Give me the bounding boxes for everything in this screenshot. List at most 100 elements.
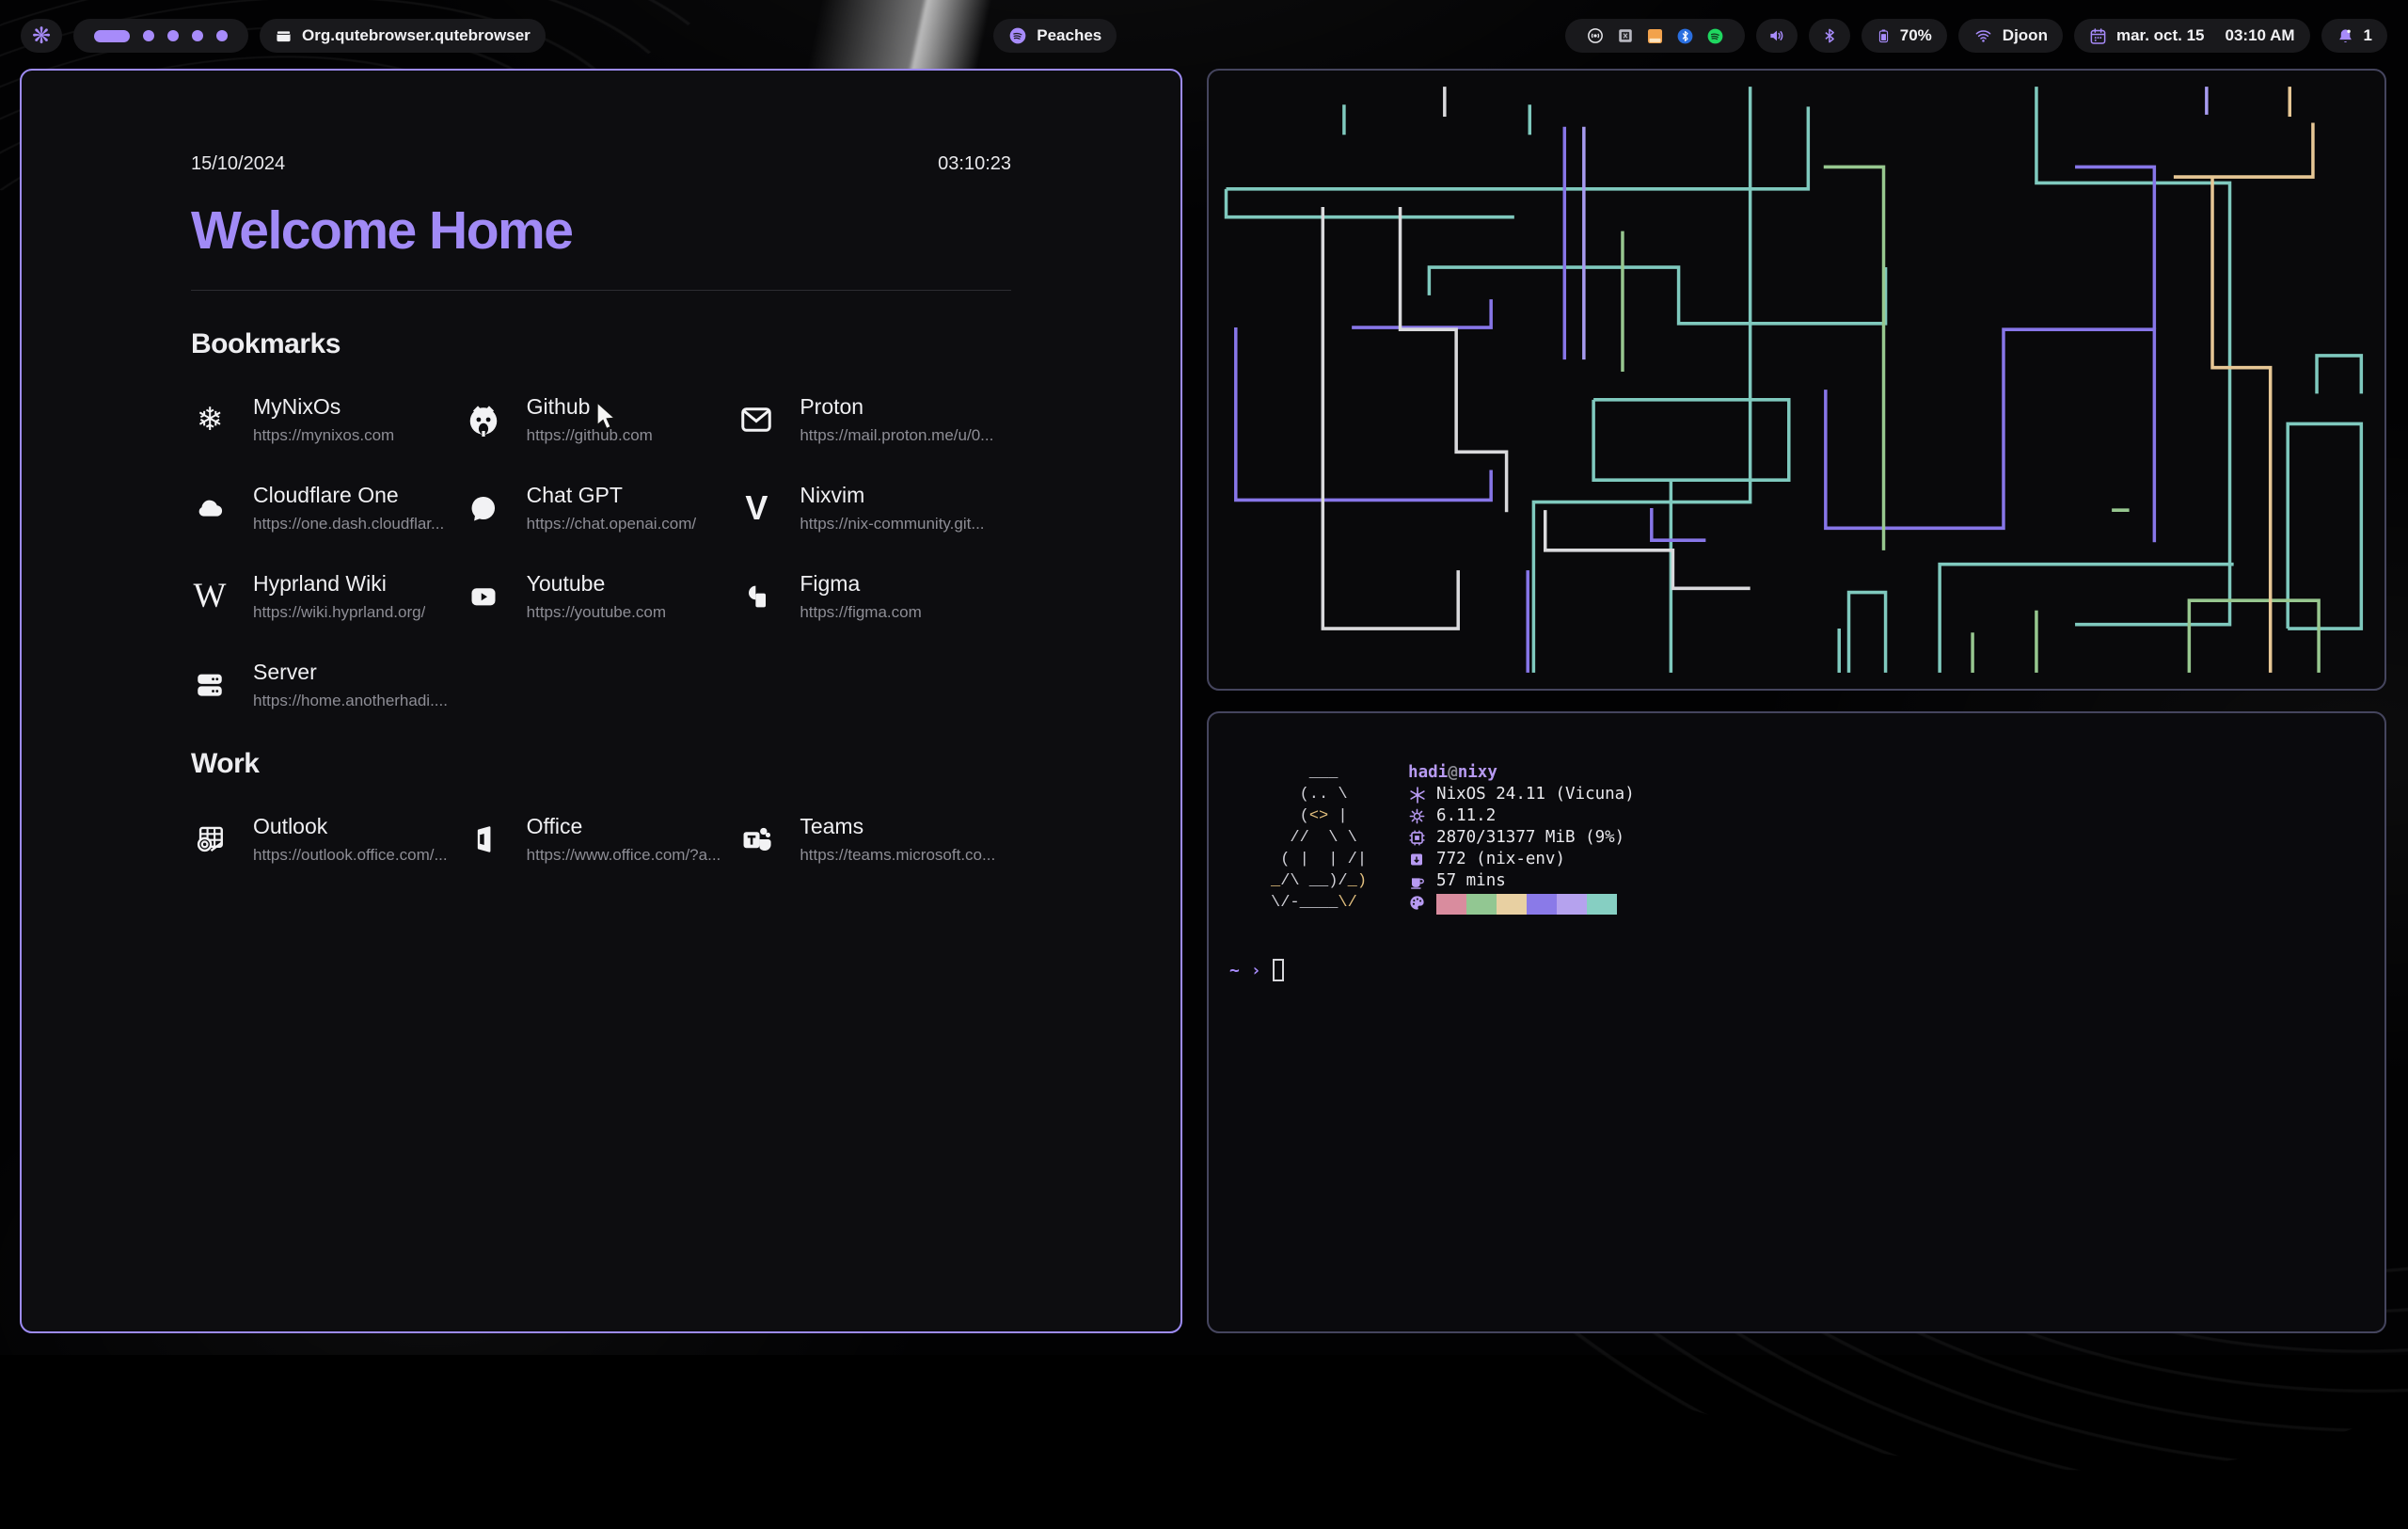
workspace-indicator[interactable] — [73, 19, 248, 53]
memory-icon — [1408, 829, 1426, 847]
chat-icon — [465, 492, 502, 524]
pipe-segment — [1429, 267, 1885, 324]
bell-icon — [2337, 27, 2354, 45]
fastfetch-value: NixOS 24.11 (Vicuna) — [1436, 784, 1635, 805]
launcher-button[interactable]: ❋ — [21, 19, 62, 53]
startpage-date: 15/10/2024 — [191, 153, 285, 175]
outlook-icon — [193, 823, 227, 855]
fastfetch-packages-line: 772 (nix-env) — [1408, 849, 1635, 870]
wifi-icon — [1973, 27, 1993, 44]
bookmark-proton[interactable]: Protonhttps://mail.proton.me/u/0... — [737, 394, 1011, 445]
workspace-2[interactable] — [143, 30, 154, 41]
pipe-segment — [2174, 122, 2313, 177]
clock-time: 03:10 AM — [2226, 26, 2295, 45]
workspace-1-active[interactable] — [94, 30, 130, 42]
tray-downloads-icon[interactable] — [1646, 27, 1664, 45]
battery-percent: 70% — [1900, 26, 1932, 45]
bookmark-office[interactable]: Officehttps://www.office.com/?a... — [465, 814, 738, 865]
bookmark-server[interactable]: Serverhttps://home.anotherhadi.... — [191, 660, 465, 710]
notification-chip[interactable]: 1 — [2321, 19, 2387, 53]
bookmark-title: Cloudflare One — [253, 483, 444, 508]
bookmark-hyprland-wiki[interactable]: WHyprland Wikihttps://wiki.hyprland.org/ — [191, 571, 465, 622]
window-icon — [275, 28, 293, 44]
bookmark-url: https://github.com — [527, 426, 653, 445]
bookmark-title: Server — [253, 660, 448, 685]
bluetooth-icon — [1821, 27, 1838, 44]
media-player-chip[interactable]: Peaches — [993, 19, 1117, 53]
workspace-5[interactable] — [216, 30, 228, 41]
nix-icon: ❄ — [191, 404, 229, 436]
qutebrowser-window: 15/10/2024 03:10:23 Welcome Home Bookmar… — [20, 69, 1182, 1333]
palette-icon — [1408, 894, 1426, 912]
top-bar: ❋ Org.qutebrowser.qutebrowser Peaches 70… — [0, 19, 2408, 53]
bookmark-title: Chat GPT — [527, 483, 697, 508]
tray-bluetooth-icon[interactable] — [1676, 27, 1694, 45]
bookmark-youtube[interactable]: Youtube https://youtube.com — [465, 571, 738, 622]
bookmark-url: https://figma.com — [800, 603, 921, 622]
palette-swatch-1 — [1436, 894, 1466, 915]
window-icon — [275, 28, 293, 44]
pipe-segment — [1401, 207, 1507, 512]
clock-date: mar. oct. 15 — [2116, 26, 2205, 45]
figma-icon — [741, 581, 771, 613]
clock-chip[interactable]: mar. oct. 15 03:10 AM — [2074, 19, 2310, 53]
nix-snowflake-icon: ❄ — [197, 404, 224, 436]
bookmark-title: MyNixOs — [253, 394, 394, 420]
fastfetch-value: 57 mins — [1436, 870, 1506, 892]
nix-snowflake-icon: ❋ — [32, 24, 51, 47]
bookmark-url: https://youtube.com — [527, 603, 666, 622]
bookmark-title: Office — [527, 814, 721, 839]
pipe-segment — [1323, 207, 1458, 629]
section-heading-work: Work — [191, 748, 1011, 780]
bookmark-url: https://mail.proton.me/u/0... — [800, 426, 993, 445]
packages-icon — [1408, 851, 1425, 868]
teams-icon — [738, 823, 774, 855]
workspace-3[interactable] — [167, 30, 179, 41]
bookmark-title: Figma — [800, 571, 921, 597]
bookmark-nixvim[interactable]: VNixvimhttps://nix-community.git... — [737, 483, 1011, 534]
bookmark-url: https://teams.microsoft.co... — [800, 846, 995, 865]
spotify-tray-icon — [1706, 27, 1724, 45]
youtube-icon — [467, 582, 500, 611]
network-chip[interactable]: Djoon — [1958, 19, 2063, 53]
tray-vault-icon[interactable] — [1617, 27, 1634, 44]
tray-cast-icon[interactable] — [1586, 26, 1605, 45]
terminal-host: nixy — [1458, 762, 1497, 784]
packages-icon — [1408, 851, 1436, 868]
bluetooth-button[interactable] — [1809, 19, 1850, 53]
vim-icon: V — [737, 492, 775, 524]
bookmark-title: Youtube — [527, 571, 666, 597]
figma-icon — [737, 581, 775, 613]
pipe-segment — [1227, 106, 1809, 188]
bookmark-teams[interactable]: Teamshttps://teams.microsoft.co... — [737, 814, 1011, 865]
active-window-chip[interactable]: Org.qutebrowser.qutebrowser — [260, 19, 546, 53]
outlook-icon — [191, 823, 229, 855]
server-icon — [191, 669, 229, 701]
memory-icon — [1408, 829, 1436, 847]
tray-spotify-icon[interactable] — [1706, 27, 1724, 45]
pipe-segment — [1824, 167, 1884, 549]
shell-prompt[interactable]: ~ › — [1229, 959, 2360, 981]
pipe-segment — [1826, 329, 2155, 542]
notification-count: 1 — [2364, 26, 2372, 45]
bookmark-chat-gpt[interactable]: Chat GPThttps://chat.openai.com/ — [465, 483, 738, 534]
bookmark-url: https://outlook.office.com/... — [253, 846, 448, 865]
cloud-icon — [192, 493, 228, 523]
bookmark-mynixos[interactable]: ❄MyNixOshttps://mynixos.com — [191, 394, 465, 445]
bookmark-cloudflare-one[interactable]: Cloudflare Onehttps://one.dash.cloudflar… — [191, 483, 465, 534]
battery-chip[interactable]: 70% — [1861, 19, 1947, 53]
bookmark-title: Outlook — [253, 814, 448, 839]
os-icon — [1408, 786, 1436, 804]
pipe-segment — [2075, 167, 2154, 329]
speaker-icon — [1767, 26, 1786, 45]
bluetooth-icon — [1821, 27, 1838, 44]
workspace-4[interactable] — [192, 30, 203, 41]
uptime-icon — [1408, 872, 1426, 890]
pipes-terminal-window — [1207, 69, 2386, 691]
teams-icon — [737, 823, 775, 855]
pipe-segment — [1227, 189, 1514, 217]
bookmark-outlook[interactable]: Outlook https://outlook.office.com/... — [191, 814, 465, 865]
bookmark-figma[interactable]: Figma https://figma.com — [737, 571, 1011, 622]
pipe-segment — [2189, 600, 2319, 673]
volume-button[interactable] — [1756, 19, 1798, 53]
